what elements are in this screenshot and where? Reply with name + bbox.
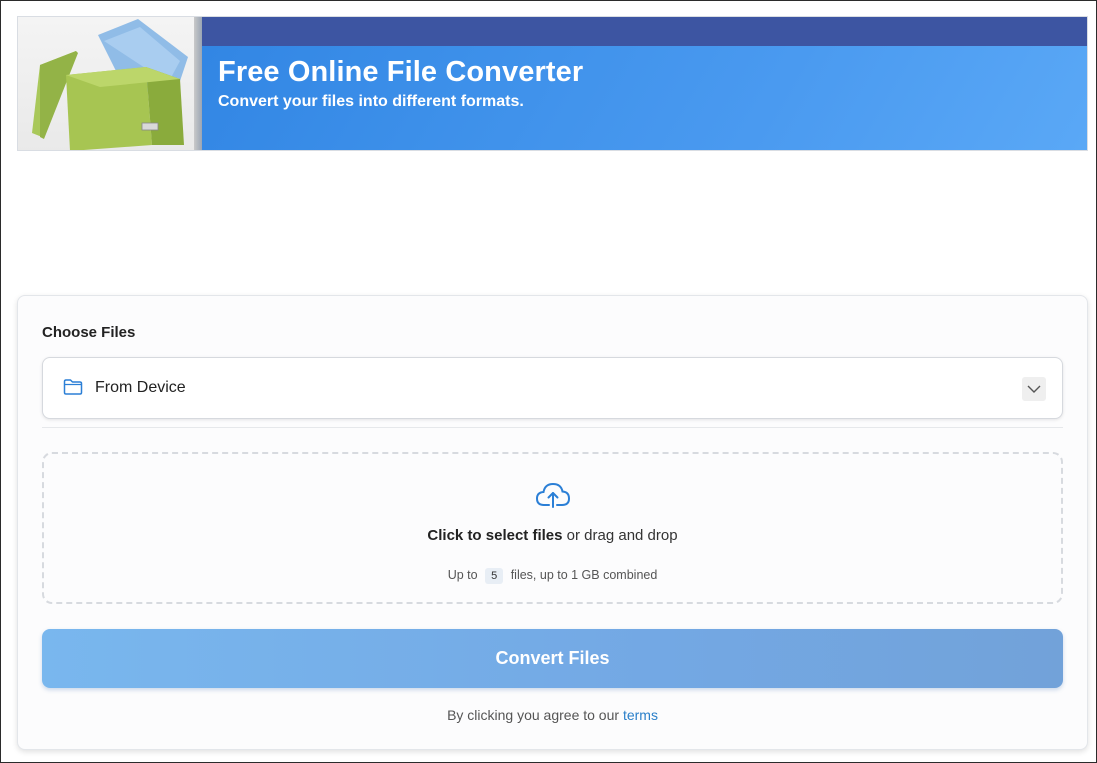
file-count-badge: 5	[485, 568, 504, 584]
terms-link[interactable]: terms	[623, 707, 658, 723]
terms-prefix: By clicking you agree to our	[447, 707, 623, 723]
banner-top-stripe	[202, 17, 1087, 46]
chevron-down-icon	[1027, 385, 1041, 393]
page-frame: Free Online File Converter Convert your …	[0, 0, 1097, 763]
file-box-illustration	[18, 17, 202, 150]
page-title: Free Online File Converter	[218, 56, 584, 88]
limit-prefix: Up to	[447, 568, 478, 582]
terms-notice: By clicking you agree to our terms	[18, 707, 1087, 723]
upload-limit-text: Up to 5 files, up to 1 GB combined	[44, 568, 1061, 584]
converter-card: Choose Files From Device Click to select…	[17, 295, 1088, 750]
drop-instructions: Click to select files or drag and drop	[44, 527, 1061, 544]
divider	[42, 427, 1063, 428]
select-files-link[interactable]: Click to select files	[427, 527, 562, 544]
cloud-upload-icon	[535, 482, 571, 508]
banner-text: Free Online File Converter Convert your …	[218, 53, 583, 111]
drag-drop-text: or drag and drop	[562, 527, 678, 544]
file-source-value: From Device	[95, 379, 186, 396]
choose-files-label: Choose Files	[42, 324, 136, 341]
file-source-select[interactable]: From Device	[42, 357, 1063, 419]
hero-banner: Free Online File Converter Convert your …	[17, 16, 1088, 151]
file-dropzone[interactable]: Click to select files or drag and drop U…	[42, 452, 1063, 604]
dropdown-toggle[interactable]	[1022, 377, 1046, 401]
convert-files-button[interactable]: Convert Files	[42, 629, 1063, 688]
limit-suffix: files, up to 1 GB combined	[510, 568, 658, 582]
folder-icon	[63, 379, 83, 395]
page-subtitle: Convert your files into different format…	[218, 93, 524, 110]
